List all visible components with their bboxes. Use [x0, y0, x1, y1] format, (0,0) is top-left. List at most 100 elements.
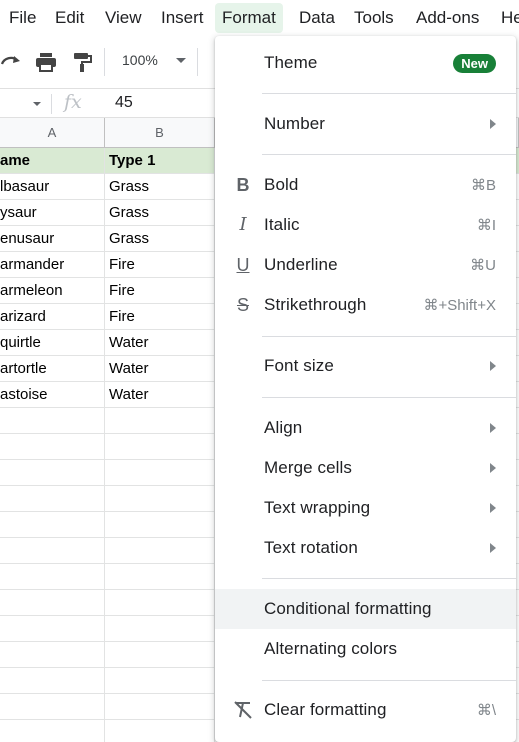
menu-item-conditional-formatting[interactable]: Conditional formatting: [215, 589, 516, 629]
name-box-dropdown-icon[interactable]: [33, 102, 41, 106]
cell-b[interactable]: [105, 434, 215, 460]
cell-a[interactable]: [0, 642, 105, 668]
cell-a[interactable]: [0, 408, 105, 434]
cell-b[interactable]: [105, 460, 215, 486]
cell-a[interactable]: [0, 720, 105, 742]
cell-a[interactable]: ysaur: [0, 200, 105, 226]
menu-item-bold[interactable]: B Bold ⌘B: [215, 165, 516, 205]
shortcut-text: ⌘I: [476, 217, 496, 234]
menu-item-text-wrapping[interactable]: Text wrapping: [215, 488, 516, 528]
cell-b[interactable]: Water: [105, 330, 215, 356]
cell-a[interactable]: lbasaur: [0, 174, 105, 200]
zoom-select[interactable]: 100%: [122, 52, 158, 68]
shortcut-text: ⌘\: [476, 702, 496, 719]
cell-b[interactable]: [105, 590, 215, 616]
cell-b1[interactable]: Type 1: [105, 148, 215, 174]
cell-b[interactable]: [105, 668, 215, 694]
italic-icon: I: [239, 214, 247, 235]
formula-bar-divider: [51, 94, 52, 114]
cell-a[interactable]: [0, 694, 105, 720]
menu-divider: [262, 680, 516, 681]
submenu-arrow-icon: [490, 463, 496, 473]
menu-format[interactable]: Format: [215, 3, 283, 33]
print-icon[interactable]: [34, 50, 58, 74]
column-header-b[interactable]: B: [105, 118, 215, 148]
cell-b[interactable]: [105, 720, 215, 742]
cell-b[interactable]: Water: [105, 382, 215, 408]
shortcut-text: ⌘U: [470, 257, 496, 274]
menu-edit[interactable]: Edit: [48, 3, 91, 33]
cell-a[interactable]: [0, 668, 105, 694]
menu-item-theme[interactable]: Theme New: [215, 43, 516, 83]
cell-a[interactable]: armander: [0, 252, 105, 278]
menu-help[interactable]: He: [494, 3, 519, 33]
cell-a[interactable]: [0, 538, 105, 564]
menu-bar: File Edit View Insert Format Data Tools …: [0, 0, 519, 36]
cell-b[interactable]: [105, 408, 215, 434]
menu-item-label: Number: [264, 114, 326, 133]
submenu-arrow-icon: [490, 361, 496, 371]
cell-a[interactable]: [0, 564, 105, 590]
cell-b[interactable]: Grass: [105, 226, 215, 252]
menu-item-number[interactable]: Number: [215, 104, 516, 144]
cell-a[interactable]: arizard: [0, 304, 105, 330]
menu-item-label: Text wrapping: [264, 498, 371, 517]
cell-b[interactable]: [105, 564, 215, 590]
toolbar-divider: [104, 48, 105, 76]
cell-a[interactable]: astoise: [0, 382, 105, 408]
menu-item-label: Bold: [264, 175, 299, 194]
strikethrough-icon: S: [236, 295, 249, 315]
menu-item-label: Align: [264, 418, 303, 437]
cell-a[interactable]: [0, 616, 105, 642]
cell-a[interactable]: [0, 460, 105, 486]
menu-insert[interactable]: Insert: [154, 3, 211, 33]
menu-item-underline[interactable]: U Underline ⌘U: [215, 245, 516, 285]
menu-data[interactable]: Data: [292, 3, 342, 33]
menu-tools[interactable]: Tools: [347, 3, 401, 33]
paint-format-icon[interactable]: [70, 50, 94, 74]
cell-b[interactable]: [105, 486, 215, 512]
cell-a[interactable]: quirtle: [0, 330, 105, 356]
cell-b[interactable]: Grass: [105, 174, 215, 200]
new-badge: New: [453, 54, 496, 73]
menu-item-italic[interactable]: I Italic ⌘I: [215, 205, 516, 245]
menu-item-strikethrough[interactable]: S Strikethrough ⌘+Shift+X: [215, 285, 516, 325]
cell-b[interactable]: [105, 642, 215, 668]
menu-item-label: Text rotation: [264, 538, 358, 557]
menu-item-font-size[interactable]: Font size: [215, 346, 516, 386]
cell-b[interactable]: Fire: [105, 278, 215, 304]
formula-input[interactable]: 45: [115, 94, 133, 112]
menu-item-label: Underline: [264, 255, 338, 274]
cell-a[interactable]: armeleon: [0, 278, 105, 304]
menu-item-align[interactable]: Align: [215, 408, 516, 448]
chevron-down-icon[interactable]: [176, 58, 186, 63]
cell-b[interactable]: Fire: [105, 304, 215, 330]
cell-a[interactable]: [0, 590, 105, 616]
cell-a[interactable]: enusaur: [0, 226, 105, 252]
cell-a[interactable]: [0, 434, 105, 460]
submenu-arrow-icon: [490, 503, 496, 513]
menu-view[interactable]: View: [98, 3, 149, 33]
menu-file[interactable]: File: [2, 3, 43, 33]
underline-icon: U: [236, 255, 250, 275]
cell-a[interactable]: artortle: [0, 356, 105, 382]
cell-a[interactable]: [0, 486, 105, 512]
cell-b[interactable]: [105, 694, 215, 720]
menu-item-clear-formatting[interactable]: Clear formatting ⌘\: [215, 690, 516, 730]
cell-b[interactable]: Water: [105, 356, 215, 382]
cell-b[interactable]: [105, 512, 215, 538]
cell-b[interactable]: Fire: [105, 252, 215, 278]
cell-b[interactable]: [105, 538, 215, 564]
menu-divider: [262, 93, 516, 94]
cell-a1[interactable]: ame: [0, 148, 105, 174]
bold-icon: B: [236, 175, 250, 195]
menu-item-merge-cells[interactable]: Merge cells: [215, 448, 516, 488]
cell-b[interactable]: Grass: [105, 200, 215, 226]
menu-item-alternating-colors[interactable]: Alternating colors: [215, 629, 516, 669]
cell-b[interactable]: [105, 616, 215, 642]
menu-item-text-rotation[interactable]: Text rotation: [215, 528, 516, 568]
cell-a[interactable]: [0, 512, 105, 538]
redo-icon[interactable]: [0, 50, 24, 74]
column-header-a[interactable]: A: [0, 118, 105, 148]
menu-add-ons[interactable]: Add-ons: [409, 3, 486, 33]
